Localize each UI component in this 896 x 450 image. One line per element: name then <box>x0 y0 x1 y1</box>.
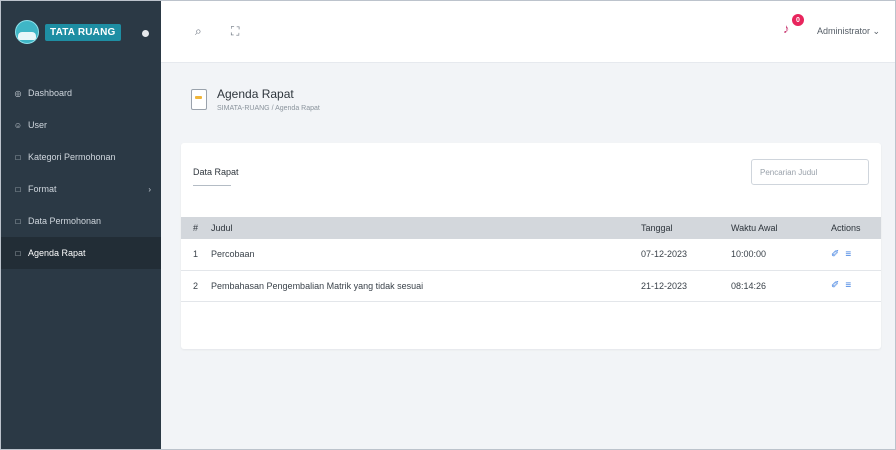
cell-judul: Percobaan <box>211 239 641 271</box>
sidebar-item-format[interactable]: □ Format › <box>1 173 161 205</box>
cell-no: 1 <box>181 239 211 271</box>
sidebar-toggle-icon[interactable] <box>142 30 149 37</box>
brand[interactable]: TATA RUANG <box>1 1 161 63</box>
data-card: Data Rapat # Judul Tanggal Waktu Awal Ac… <box>181 143 881 349</box>
cell-tanggal: 21-12-2023 <box>641 270 731 302</box>
edit-link-icon[interactable]: ✐ <box>831 249 839 260</box>
bell-icon[interactable]: ♪ <box>783 21 790 36</box>
user-menu[interactable]: Administrator ⌄ <box>817 26 880 37</box>
list-icon[interactable]: ≡ <box>845 280 851 291</box>
document-icon: □ <box>15 184 21 194</box>
document-icon: □ <box>15 216 21 226</box>
sidebar-item-label: Data Permohonan <box>28 216 102 226</box>
edit-link-icon[interactable]: ✐ <box>831 280 839 291</box>
card-title: Data Rapat <box>193 167 239 177</box>
cell-waktu: 08:14:26 <box>731 270 831 302</box>
sidebar-item-dashboard[interactable]: ◎ Dashboard <box>1 77 161 109</box>
sidebar-item-data-permohonan[interactable]: □ Data Permohonan <box>1 205 161 237</box>
sidebar-item-user[interactable]: ☺ User <box>1 109 161 141</box>
table-row: 1 Percobaan 07-12-2023 10:00:00 ✐ ≡ <box>181 239 881 271</box>
notification-badge: 0 <box>792 14 804 26</box>
cell-actions: ✐ ≡ <box>831 270 881 302</box>
cell-judul: Pembahasan Pengembalian Matrik yang tida… <box>211 270 641 302</box>
list-icon[interactable]: ≡ <box>845 249 851 260</box>
document-icon: □ <box>15 152 21 162</box>
search-icon[interactable]: ⌕ <box>195 24 202 39</box>
cell-actions: ✐ ≡ <box>831 239 881 271</box>
search-input[interactable] <box>751 159 869 185</box>
brand-logo-icon <box>15 20 39 44</box>
cell-tanggal: 07-12-2023 <box>641 239 731 271</box>
table-row: 2 Pembahasan Pengembalian Matrik yang ti… <box>181 270 881 302</box>
column-header-waktu: Waktu Awal <box>731 217 831 239</box>
column-header-no: # <box>181 217 211 239</box>
sidebar-item-label: Format <box>28 184 57 194</box>
column-header-actions: Actions <box>831 217 881 239</box>
sidebar-item-label: Kategori Permohonan <box>28 152 116 162</box>
main-content: Agenda Rapat SIMATA-RUANG / Agenda Rapat… <box>161 63 895 449</box>
document-icon: □ <box>15 248 21 258</box>
dashboard-icon: ◎ <box>14 88 22 98</box>
cell-no: 2 <box>181 270 211 302</box>
sidebar-item-kategori-permohonan[interactable]: □ Kategori Permohonan <box>1 141 161 173</box>
column-header-judul: Judul <box>211 217 641 239</box>
sidebar-nav: ◎ Dashboard ☺ User □ Kategori Permohonan… <box>1 77 161 269</box>
title-underline <box>193 185 231 186</box>
sidebar-item-label: Dashboard <box>28 88 73 98</box>
cell-waktu: 10:00:00 <box>731 239 831 271</box>
page-header: Agenda Rapat SIMATA-RUANG / Agenda Rapat <box>191 87 320 112</box>
fullscreen-icon[interactable]: ⛶ <box>231 24 239 39</box>
breadcrumb[interactable]: SIMATA-RUANG / Agenda Rapat <box>217 105 320 112</box>
user-icon: ☺ <box>13 120 23 130</box>
agenda-table: # Judul Tanggal Waktu Awal Actions 1 Per… <box>181 217 881 302</box>
sidebar-item-label: User <box>28 120 48 130</box>
column-header-tanggal: Tanggal <box>641 217 731 239</box>
sidebar-item-agenda-rapat[interactable]: □ Agenda Rapat <box>1 237 161 269</box>
chevron-right-icon: › <box>148 184 151 194</box>
brand-name: TATA RUANG <box>45 23 121 41</box>
table-header-row: # Judul Tanggal Waktu Awal Actions <box>181 217 881 239</box>
clipboard-icon <box>191 89 207 110</box>
page-title: Agenda Rapat <box>217 87 294 101</box>
app-window: TATA RUANG ◎ Dashboard ☺ User □ Kategori… <box>0 0 896 450</box>
sidebar: TATA RUANG ◎ Dashboard ☺ User □ Kategori… <box>1 1 161 449</box>
sidebar-item-label: Agenda Rapat <box>28 248 86 258</box>
topbar: ⌕ ⛶ ♪ 0 Administrator ⌄ <box>161 1 895 63</box>
